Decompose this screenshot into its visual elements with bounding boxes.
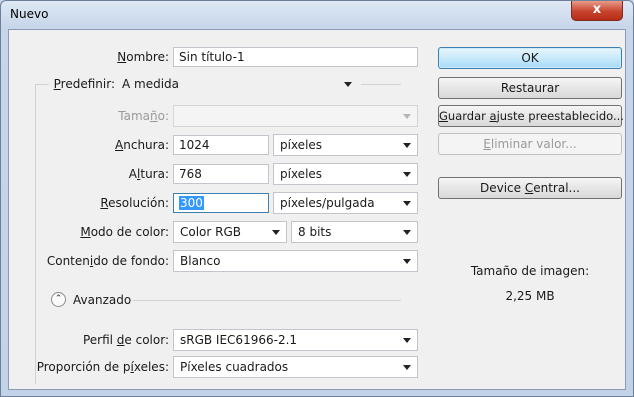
resolution-unit-select[interactable]: píxeles/pulgada: [273, 192, 418, 214]
preset-group-border: [35, 84, 49, 85]
chevron-down-icon: [403, 230, 411, 235]
height-unit-select[interactable]: píxeles: [273, 163, 418, 185]
width-label: Anchura:: [115, 138, 169, 152]
chevron-down-icon: [344, 82, 352, 87]
chevron-down-icon: [403, 114, 411, 119]
width-unit-select[interactable]: píxeles: [273, 134, 418, 156]
chevron-down-icon: [403, 259, 411, 264]
resolution-label: Resolución:: [100, 196, 169, 210]
color-mode-value: Color RGB: [180, 225, 242, 239]
preset-value: A medida: [122, 77, 180, 91]
advanced-separator: [133, 300, 401, 301]
background-contents-select[interactable]: Blanco: [173, 250, 418, 272]
pixel-aspect-value: Píxeles cuadrados: [180, 360, 289, 374]
window-title: Nuevo: [10, 7, 49, 21]
resolution-value: 300: [179, 196, 204, 210]
chevron-down-icon: [403, 365, 411, 370]
pixel-aspect-select[interactable]: Píxeles cuadrados: [173, 356, 418, 378]
resolution-input[interactable]: 300: [173, 193, 269, 213]
advanced-label: Avanzado: [73, 293, 132, 307]
device-central-button[interactable]: Device Central...: [438, 177, 622, 199]
close-button[interactable]: x: [571, 1, 623, 21]
image-size-value: 2,25 MB: [505, 289, 555, 303]
color-profile-select[interactable]: sRGB IEC61966-2.1: [173, 329, 418, 351]
color-profile-label: Perfil de color:: [82, 333, 169, 347]
image-size-label: Tamaño de imagen:: [470, 264, 590, 278]
chevron-down-icon: [272, 230, 280, 235]
color-mode-label: Modo de color:: [80, 225, 169, 239]
width-unit-value: píxeles: [280, 138, 323, 152]
chevron-down-icon: [403, 143, 411, 148]
ok-button[interactable]: OK: [438, 47, 622, 69]
preset-group-border: [35, 84, 36, 384]
chevron-down-icon: [403, 338, 411, 343]
resolution-unit-value: píxeles/pulgada: [280, 196, 375, 210]
bit-depth-select[interactable]: 8 bits: [291, 221, 418, 243]
new-document-dialog: Nuevo x Nombre: Sin título-1 Predefinir:…: [0, 0, 634, 397]
close-icon: x: [592, 2, 602, 17]
size-label: Tamaño:: [118, 109, 169, 123]
delete-preset-button[interactable]: Eliminar valor...: [438, 133, 622, 155]
color-profile-value: sRGB IEC61966-2.1: [180, 333, 298, 347]
name-label: Nombre:: [117, 50, 169, 64]
preset-group-border: [361, 84, 401, 85]
dialog-body: Nombre: Sin título-1 Predefinir: A medid…: [8, 29, 626, 390]
width-input[interactable]: 1024: [173, 135, 269, 155]
height-label: Altura:: [128, 167, 169, 181]
preset-select[interactable]: A medida: [115, 73, 359, 95]
preset-label: Predefinir:: [53, 77, 115, 91]
title-bar[interactable]: Nuevo x: [1, 1, 633, 29]
color-mode-select[interactable]: Color RGB: [173, 221, 287, 243]
chevron-down-icon: [403, 201, 411, 206]
name-input[interactable]: Sin título-1: [173, 47, 418, 67]
size-select[interactable]: [173, 105, 418, 127]
height-unit-value: píxeles: [280, 167, 323, 181]
height-input[interactable]: 768: [173, 164, 269, 184]
background-contents-label: Contenido de fondo:: [46, 254, 169, 268]
pixel-aspect-label: Proporción de píxeles:: [36, 360, 169, 374]
background-contents-value: Blanco: [180, 254, 221, 268]
save-preset-button[interactable]: Guardar ajuste preestablecido...: [438, 105, 624, 127]
chevron-down-icon: [403, 172, 411, 177]
reset-button[interactable]: Restaurar: [438, 77, 622, 99]
bit-depth-value: 8 bits: [298, 225, 332, 239]
collapse-icon: ⌃: [51, 292, 66, 307]
